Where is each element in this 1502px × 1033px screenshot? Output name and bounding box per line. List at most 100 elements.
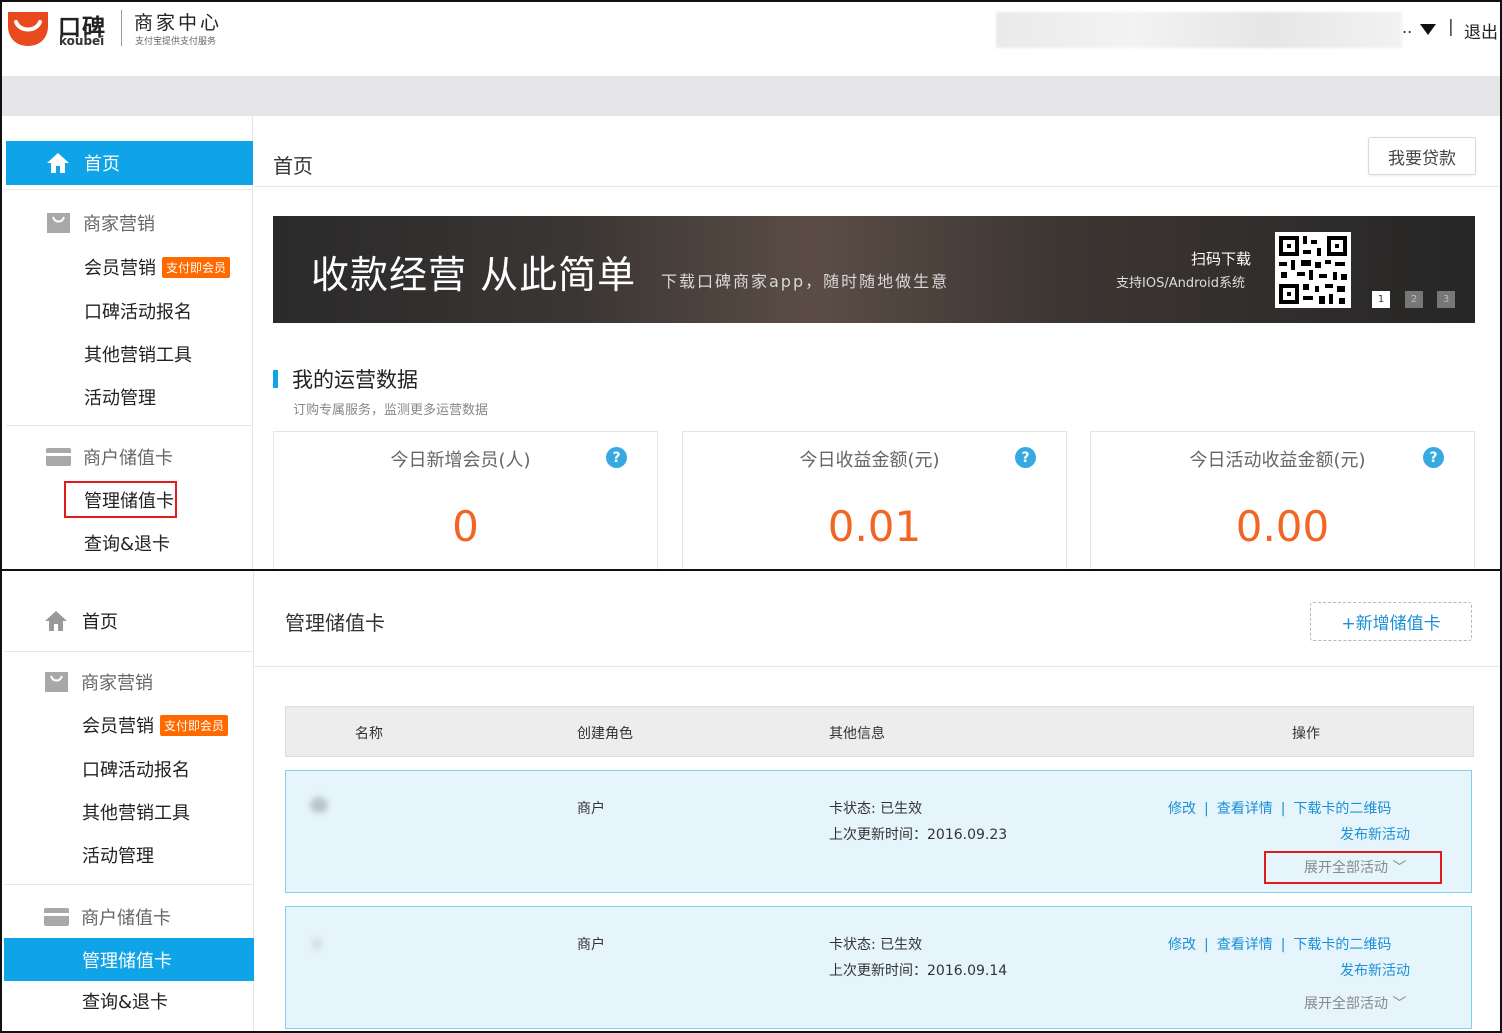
- stat-label: 今日活动收益金额(元): [1189, 450, 1366, 471]
- promo-banner[interactable]: 收款经营 从此简单 下载口碑商家app，随时随地做生意 扫码下载 支持IOS/A…: [273, 216, 1475, 323]
- title-divider: [254, 186, 1500, 187]
- edit-link[interactable]: 修改: [1168, 937, 1196, 953]
- sidebar-group-label: 商户储值卡: [81, 908, 171, 929]
- sidebar-item-label: 查询&退卡: [84, 534, 171, 555]
- sidebar-item-koubei-signup[interactable]: 口碑活动报名: [6, 294, 253, 328]
- sidebar-item-koubei-signup[interactable]: 口碑活动报名: [4, 752, 251, 786]
- member-badge: 支付即会员: [162, 256, 231, 278]
- header-gray-strip: [2, 76, 1500, 116]
- col-role: 创建角色: [577, 726, 633, 742]
- sidebar-item-label: 会员营销: [84, 258, 156, 279]
- help-icon[interactable]: ?: [606, 447, 627, 468]
- sidebar-item-home[interactable]: 首页: [6, 141, 253, 185]
- banner-systems-text: 支持IOS/Android系统: [1116, 276, 1245, 291]
- stat-card-new-members: 今日新增会员(人) ? 0: [273, 431, 658, 569]
- logout-link[interactable]: 退出: [1464, 18, 1498, 43]
- sidebar-item-label: 其他营销工具: [82, 803, 190, 824]
- sidebar-item-manage-card[interactable]: 管理储值卡: [4, 938, 254, 981]
- publish-activity-link[interactable]: 发布新活动: [1340, 960, 1410, 980]
- sidebar-item-query-refund[interactable]: 查询&退卡: [4, 984, 251, 1018]
- sidebar-group-stored-card[interactable]: 商户储值卡: [4, 904, 251, 930]
- view-detail-link[interactable]: 查看详情: [1217, 801, 1273, 817]
- sidebar-group-label: 商家营销: [81, 673, 153, 694]
- stat-value: 0: [452, 502, 479, 551]
- sidebar-item-member-marketing[interactable]: 会员营销 支付即会员: [6, 250, 253, 284]
- sidebar-group-label: 商户储值卡: [83, 448, 173, 469]
- banner-subline: 下载口碑商家app，随时随地做生意: [661, 272, 950, 291]
- card-icon: [46, 448, 71, 466]
- card-icon: [44, 908, 69, 926]
- user-account-blurred[interactable]: [996, 12, 1402, 48]
- view-detail-link[interactable]: 查看详情: [1217, 937, 1273, 953]
- banner-headline: 收款经营 从此简单: [311, 253, 637, 297]
- home-screenshot-panel: 口碑 koubei 商家中心 支付宝提供支付服务 .. | 退出 首页 商家营销…: [0, 0, 1502, 571]
- section-accent-bar: [273, 370, 278, 388]
- sidebar-item-activity-mgmt[interactable]: 活动管理: [6, 380, 253, 414]
- merchant-center-title: 商家中心: [134, 12, 223, 34]
- cell-actions: 修改 | 查看详情 | 下载卡的二维码: [1168, 934, 1391, 954]
- link-separator: |: [1204, 801, 1209, 817]
- help-icon[interactable]: ?: [1423, 447, 1444, 468]
- banner-dot-1[interactable]: 1: [1372, 291, 1390, 308]
- expand-activities-link[interactable]: 展开全部活动 ﹀: [1304, 993, 1406, 1013]
- sidebar-item-activity-mgmt[interactable]: 活动管理: [4, 838, 251, 872]
- highlight-expand-activities: [1264, 851, 1442, 884]
- koubei-logo-icon[interactable]: [6, 8, 50, 48]
- shopping-bag-icon: [47, 213, 70, 233]
- cell-updated: 上次更新时间：2016.09.23: [829, 827, 1008, 843]
- sidebar-group-marketing[interactable]: 商家营销: [6, 210, 253, 236]
- publish-activity-link[interactable]: 发布新活动: [1340, 824, 1410, 844]
- sidebar-item-label: 首页: [82, 612, 118, 633]
- home-icon: [45, 611, 67, 631]
- merchant-center-subtitle: 支付宝提供支付服务: [135, 37, 217, 47]
- sidebar-item-query-refund[interactable]: 查询&退卡: [6, 526, 253, 560]
- divider: [4, 884, 254, 885]
- download-qrcode-link[interactable]: 下载卡的二维码: [1293, 937, 1391, 953]
- shopping-bag-icon: [45, 672, 68, 692]
- sidebar-item-other-tools[interactable]: 其他营销工具: [4, 795, 251, 829]
- cell-role: 商户: [577, 937, 605, 953]
- banner-dot-3[interactable]: 3: [1437, 291, 1455, 308]
- cell-updated: 上次更新时间：2016.09.14: [829, 963, 1008, 979]
- page-title: 管理储值卡: [285, 611, 385, 635]
- link-separator: |: [1280, 937, 1286, 953]
- sidebar-item-other-tools[interactable]: 其他营销工具: [6, 337, 253, 371]
- sidebar-item-label: 活动管理: [84, 388, 156, 409]
- banner-dot-2[interactable]: 2: [1405, 291, 1423, 308]
- col-info: 其他信息: [829, 726, 885, 742]
- sidebar-item-member-marketing[interactable]: 会员营销 支付即会员: [4, 708, 251, 742]
- manage-card-screenshot-panel: 首页 商家营销 会员营销 支付即会员 口碑活动报名 其他营销工具 活动管理 商户…: [0, 569, 1502, 1033]
- download-qrcode-link[interactable]: 下载卡的二维码: [1293, 801, 1391, 817]
- sidebar-group-label: 商家营销: [83, 214, 155, 235]
- sidebar-group-stored-card[interactable]: 商户储值卡: [6, 444, 253, 470]
- caret-down-icon[interactable]: [1420, 24, 1436, 36]
- sidebar-item-label: 活动管理: [82, 846, 154, 867]
- add-card-button[interactable]: +新增储值卡: [1310, 602, 1472, 641]
- sidebar-item-label: 其他营销工具: [84, 345, 192, 366]
- col-name: 名称: [355, 726, 383, 742]
- stat-label: 今日收益金额(元): [799, 450, 940, 471]
- table-header: 名称 创建角色 其他信息 操作: [285, 706, 1474, 757]
- cell-status: 卡状态: 已生效: [829, 801, 923, 817]
- divider: [6, 189, 253, 190]
- ops-section-subtitle: 订购专属服务，监测更多运营数据: [293, 403, 489, 418]
- sidebar-item-label: 口碑活动报名: [84, 302, 192, 323]
- sidebar-item-label: 口碑活动报名: [82, 760, 190, 781]
- home-icon: [47, 153, 69, 173]
- stat-card-income: 今日收益金额(元) ? 0.01: [682, 431, 1067, 569]
- header-separator: |: [1448, 17, 1454, 37]
- divider: [6, 425, 253, 426]
- loan-button[interactable]: 我要贷款: [1368, 137, 1476, 175]
- banner-scan-text: 扫码下载: [1191, 250, 1252, 268]
- link-separator: |: [1280, 801, 1286, 817]
- sidebar-group-marketing[interactable]: 商家营销: [4, 669, 251, 695]
- stat-value: 0.01: [827, 502, 922, 551]
- help-icon[interactable]: ?: [1015, 447, 1036, 468]
- top-header: 口碑 koubei 商家中心 支付宝提供支付服务 .. | 退出: [2, 2, 1500, 76]
- sidebar-nav: 首页 商家营销 会员营销 支付即会员 口碑活动报名 其他营销工具 活动管理 商户…: [4, 571, 254, 1031]
- logo-text-en: koubei: [59, 34, 105, 48]
- page-title: 首页: [273, 154, 313, 178]
- sidebar-item-home[interactable]: 首页: [4, 599, 251, 643]
- link-separator: |: [1204, 937, 1209, 953]
- edit-link[interactable]: 修改: [1168, 801, 1196, 817]
